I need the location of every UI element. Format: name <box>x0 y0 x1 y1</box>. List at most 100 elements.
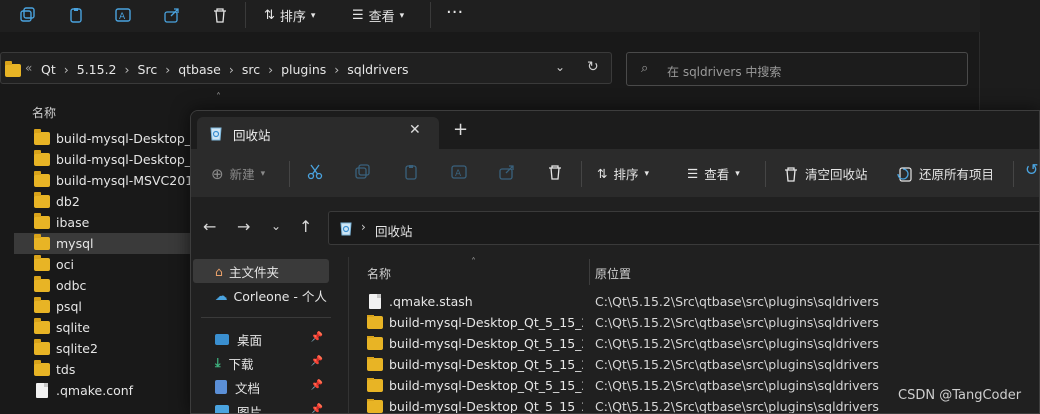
paste-icon[interactable] <box>403 164 419 180</box>
desktop-icon <box>215 333 229 345</box>
list-item[interactable]: psql <box>14 296 194 317</box>
toolbar-divider <box>245 2 246 28</box>
folder-icon <box>34 150 50 166</box>
list-item[interactable]: build-mysql-Desktop_Q <box>14 128 194 149</box>
share-icon[interactable] <box>499 164 515 180</box>
nav-item-downloads[interactable]: ⤓ 下载 📌 <box>193 351 329 375</box>
list-item[interactable]: db2 <box>14 191 194 212</box>
download-icon: ⤓ <box>215 355 221 370</box>
list-item[interactable]: tds <box>14 359 194 380</box>
item-label: build-mysql-Desktop_Q <box>56 131 194 146</box>
share-icon[interactable] <box>160 4 184 26</box>
column-header-original-location[interactable]: 原位置 <box>595 265 631 282</box>
column-header-name[interactable]: 名称 <box>367 265 391 282</box>
folder-icon <box>34 339 50 355</box>
chevron-down-icon[interactable]: ⌄ <box>555 60 565 74</box>
delete-icon[interactable] <box>547 164 563 180</box>
search-input[interactable]: ⌕ 在 sqldrivers 中搜索 <box>626 52 968 86</box>
address-bar[interactable]: « Qt › 5.15.2 › Src › qtbase › src › plugins ›… <box>0 52 612 84</box>
overflow-chevron-icon[interactable]: « <box>25 61 32 75</box>
folder-icon <box>367 336 383 350</box>
chevron-down-icon: ▾ <box>644 168 650 179</box>
folder-icon <box>34 129 50 145</box>
chevron-right-icon: › <box>268 62 274 77</box>
restore-all-button[interactable]: 还原所有项目 <box>897 164 994 183</box>
new-button[interactable]: ⊕ 新建 ▾ <box>211 164 265 183</box>
breadcrumb-item[interactable]: 5.15.2 <box>77 62 117 77</box>
item-label: tds <box>56 362 76 377</box>
list-item[interactable]: sqlite <box>14 317 194 338</box>
list-item[interactable]: build-mysql-Desktop_Q <box>14 149 194 170</box>
breadcrumb-item[interactable]: sqldrivers <box>347 62 408 77</box>
table-row[interactable]: build-mysql-Desktop_Qt_5_15_2... C:\Qt\5… <box>367 354 1039 375</box>
pin-icon[interactable]: 📌 <box>311 404 323 413</box>
empty-recycle-bin-button[interactable]: 清空回收站 <box>783 164 868 183</box>
nav-label: 主文件夹 <box>228 264 279 280</box>
back-arrow-icon[interactable]: ← <box>203 217 216 236</box>
address-text: 回收站 <box>375 224 413 239</box>
item-label: ibase <box>56 215 90 230</box>
sort-button[interactable]: ⇅ 排序 ▾ <box>597 164 649 183</box>
nav-label: 图片 <box>237 404 263 414</box>
nav-item-pictures[interactable]: 图片 📌 <box>193 399 329 414</box>
list-item[interactable]: oci <box>14 254 194 275</box>
more-options-icon[interactable]: ··· <box>446 2 463 23</box>
pin-icon[interactable]: 📌 <box>311 380 323 391</box>
nav-item-documents[interactable]: 文档 📌 <box>193 375 329 399</box>
copy-icon[interactable] <box>16 4 40 26</box>
chevron-right-icon: › <box>334 62 340 77</box>
breadcrumb-item[interactable]: qtbase <box>178 62 221 77</box>
nav-item-onedrive[interactable]: ☁ Corleone - 个人 <box>193 283 343 307</box>
nav-item-desktop[interactable]: 桌面 📌 <box>193 327 329 351</box>
tab-recycle-bin[interactable]: 回收站 ✕ <box>197 117 439 149</box>
refresh-icon[interactable]: ↻ <box>587 59 599 75</box>
close-tab-icon[interactable]: ✕ <box>409 122 421 138</box>
breadcrumb-item[interactable]: Src <box>138 62 158 77</box>
view-label: 查看 <box>704 167 730 182</box>
file-icon <box>369 294 381 309</box>
svg-text:A: A <box>455 169 462 179</box>
column-header-name[interactable]: 名称 <box>32 104 56 121</box>
up-arrow-icon[interactable]: ↑ <box>299 217 312 236</box>
column-divider[interactable] <box>589 259 590 285</box>
sort-button[interactable]: ⇅ 排序 ▾ <box>264 6 315 25</box>
rename-icon[interactable]: A <box>112 4 136 26</box>
list-item[interactable]: sqlite2 <box>14 338 194 359</box>
forward-arrow-icon[interactable]: → <box>237 217 250 236</box>
cut-icon[interactable] <box>307 164 323 180</box>
view-button[interactable]: ☰ 查看 ▾ <box>352 6 404 25</box>
recent-chevron-icon[interactable]: ⌄ <box>271 219 281 233</box>
breadcrumb-item[interactable]: Qt <box>41 62 56 77</box>
view-button[interactable]: ☰ 查看 ▾ <box>687 164 740 183</box>
list-item[interactable]: .qmake.conf <box>14 380 194 401</box>
new-tab-icon[interactable]: + <box>453 119 468 140</box>
list-item-selected[interactable]: mysql <box>14 233 194 254</box>
list-item[interactable]: ibase <box>14 212 194 233</box>
pin-icon[interactable]: 📌 <box>311 356 323 367</box>
folder-icon <box>34 255 50 271</box>
sort-caret-icon: ˄ <box>216 92 221 103</box>
paste-icon[interactable] <box>64 4 88 26</box>
nav-item-home[interactable]: ⌂ 主文件夹 <box>193 259 329 283</box>
pin-icon[interactable]: 📌 <box>311 332 323 343</box>
breadcrumb-item[interactable]: src <box>242 62 260 77</box>
toolbar-divider <box>1013 161 1014 187</box>
table-row[interactable]: .qmake.stash C:\Qt\5.15.2\Src\qtbase\src… <box>367 291 1039 312</box>
undo-icon[interactable]: ↺ <box>1025 160 1038 179</box>
breadcrumb-item[interactable]: plugins <box>281 62 326 77</box>
folder-icon <box>34 234 50 250</box>
item-label: mysql <box>56 236 94 251</box>
table-row[interactable]: build-mysql-Desktop_Qt_5_15_2... C:\Qt\5… <box>367 312 1039 333</box>
table-row[interactable]: build-mysql-Desktop_Qt_5_15_2... C:\Qt\5… <box>367 333 1039 354</box>
address-bar[interactable]: › 回收站 <box>328 211 1039 245</box>
recycle-bin-icon <box>339 220 353 239</box>
back-file-list: build-mysql-Desktop_Q build-mysql-Deskto… <box>14 128 194 401</box>
list-item[interactable]: odbc <box>14 275 194 296</box>
rename-icon[interactable]: A <box>451 164 469 180</box>
folder-icon <box>367 399 383 413</box>
list-item[interactable]: build-mysql-MSVC2019 <box>14 170 194 191</box>
copy-icon[interactable] <box>355 164 371 180</box>
pane-splitter[interactable] <box>348 257 349 413</box>
delete-icon[interactable] <box>208 4 232 26</box>
toolbar-divider <box>430 2 431 28</box>
